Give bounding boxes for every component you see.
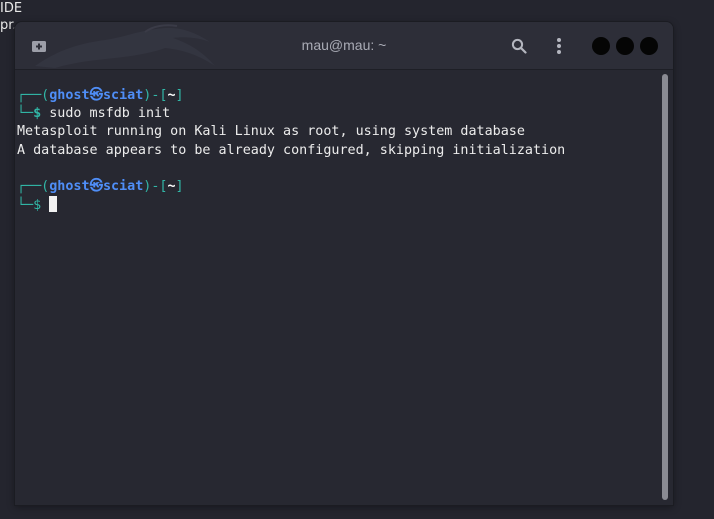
prompt-line-1: ┌──(ghost㉿sciat)-[~]: [17, 87, 673, 105]
kebab-menu-icon: [557, 38, 561, 54]
search-button[interactable]: [508, 35, 530, 57]
new-tab-button[interactable]: [29, 37, 49, 55]
prompt-dir: ~: [167, 178, 176, 194]
prompt-dir: ~: [167, 88, 176, 103]
command-text: [41, 198, 49, 213]
command-line-2: └─$: [17, 196, 673, 214]
prompt-frame: )-[: [143, 88, 168, 103]
desktop-label-1[interactable]: IDE: [0, 0, 25, 17]
desktop: IDE pr... mau@mau: ~ ┌──(ghost㉿sciat)-[~…: [0, 0, 714, 519]
prompt-host: sciat: [102, 88, 144, 103]
prompt-arrow: └─$: [17, 106, 42, 122]
scrollbar[interactable]: [662, 74, 668, 500]
prompt-user: ghost: [49, 178, 90, 194]
prompt-frame: ]: [175, 88, 184, 103]
prompt-frame: ]: [175, 178, 184, 194]
terminal-window: mau@mau: ~ ┌──(ghost㉿sciat)-[~] └─$ sudo…: [15, 22, 673, 505]
output-line-1: Metasploit running on Kali Linux as root…: [17, 124, 525, 140]
prompt-frame: ┌──(: [17, 88, 50, 103]
minimize-button[interactable]: [592, 37, 610, 55]
command-line-1: └─$ sudo msfdb init: [17, 105, 673, 123]
titlebar[interactable]: mau@mau: ~: [15, 22, 673, 70]
search-icon: [511, 38, 527, 54]
prompt-frame: )-[: [143, 178, 168, 194]
close-button[interactable]: [640, 37, 658, 55]
output-line-2: A database appears to be already configu…: [17, 142, 566, 158]
prompt-user: ghost: [49, 88, 90, 103]
terminal-output[interactable]: ┌──(ghost㉿sciat)-[~] └─$ sudo msfdb init…: [15, 70, 673, 505]
prompt-at-symbol: ㉿: [89, 88, 103, 103]
prompt-line-2: ┌──(ghost㉿sciat)-[~]: [17, 178, 673, 196]
prompt-host: sciat: [102, 178, 144, 194]
text-cursor: [49, 196, 58, 213]
new-tab-icon: [32, 41, 46, 52]
menu-button[interactable]: [548, 35, 570, 57]
command-text: sudo msfdb init: [41, 106, 171, 122]
prompt-at-symbol: ㉿: [89, 178, 103, 194]
maximize-button[interactable]: [616, 37, 634, 55]
prompt-arrow: └─$: [17, 198, 42, 214]
prompt-frame: ┌──(: [17, 178, 50, 194]
